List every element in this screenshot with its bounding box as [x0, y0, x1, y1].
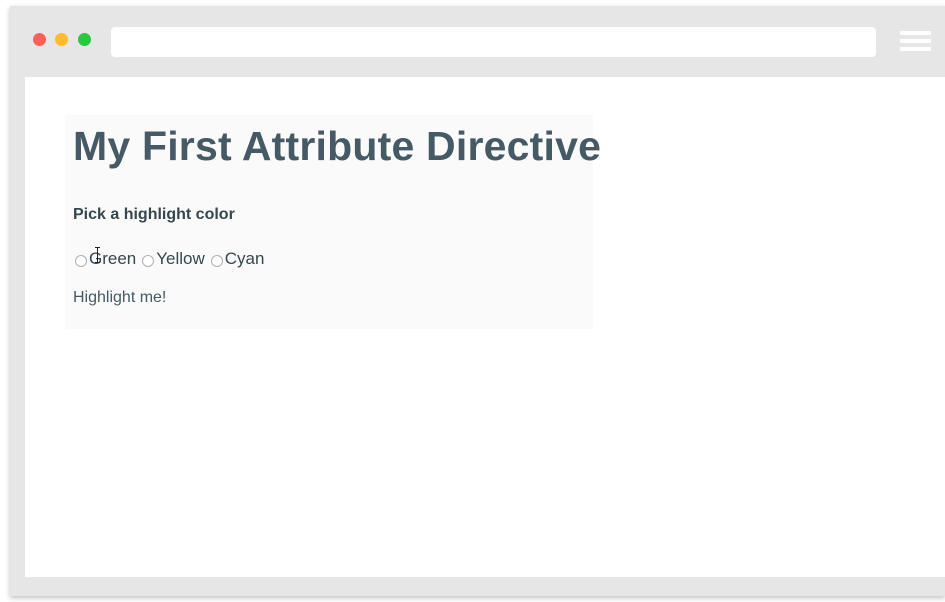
radio-button-green[interactable] [75, 254, 87, 267]
radio-option-yellow[interactable]: Yellow [141, 249, 210, 269]
address-bar[interactable] [111, 27, 876, 57]
highlight-color-prompt: Pick a highlight color [73, 206, 235, 223]
close-window-button[interactable] [33, 33, 46, 46]
color-radio-group: Green Yellow Cyan [74, 248, 269, 270]
minimize-window-button[interactable] [55, 33, 68, 46]
text-cursor-icon [95, 247, 100, 263]
browser-window: My First Attribute Directive Pick a high… [10, 6, 945, 596]
maximize-window-button[interactable] [78, 33, 91, 46]
hamburger-menu-icon[interactable] [900, 31, 931, 53]
radio-label-yellow[interactable]: Yellow [156, 249, 205, 269]
radio-button-cyan[interactable] [210, 254, 223, 267]
browser-toolbar [10, 6, 945, 77]
radio-button-yellow[interactable] [142, 254, 155, 267]
page-title: My First Attribute Directive [73, 123, 602, 169]
highlight-target-text: Highlight me! [73, 289, 167, 306]
radio-option-green[interactable]: Green [74, 249, 141, 269]
page-viewport: My First Attribute Directive Pick a high… [25, 77, 945, 577]
radio-option-cyan[interactable]: Cyan [210, 249, 270, 269]
radio-label-cyan[interactable]: Cyan [225, 249, 265, 269]
